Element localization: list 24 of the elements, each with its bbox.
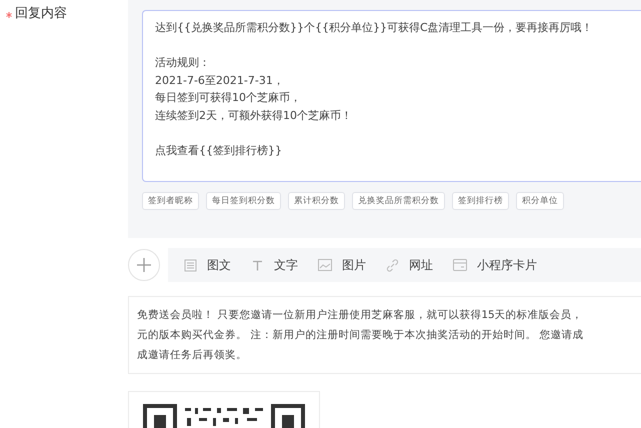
image-icon (318, 259, 332, 271)
content-type-button[interactable]: 文字 (251, 256, 298, 274)
add-button[interactable] (128, 249, 160, 281)
variable-tag[interactable]: 签到者昵称 (142, 192, 199, 210)
variable-tag[interactable]: 积分单位 (516, 192, 564, 210)
variable-tag[interactable]: 每日签到积分数 (206, 192, 281, 210)
link-icon (386, 258, 399, 272)
notice-text: 成邀请任务后再领奖。 (137, 348, 248, 363)
field-label: 回复内容 (15, 5, 67, 23)
card-icon (453, 259, 467, 271)
content-type-button[interactable]: 图文 (184, 256, 231, 274)
plus-icon (136, 257, 152, 273)
article-icon (184, 258, 197, 272)
text-icon (251, 258, 264, 272)
notice-text: 免费送会员啦！ 只要您邀请一位新用户注册使用芝麻客服，就可以获得15天的标准版会员， (137, 308, 584, 323)
variable-tag[interactable]: 累计积分数 (288, 192, 345, 210)
notice-text: 元的版本购买代金券。 注：新用户的注册时间需要晚于本次抽奖活动的开始时间。 您邀请成 (137, 328, 585, 343)
content-type-button[interactable]: 图片 (318, 256, 366, 274)
content-type-button[interactable]: 网址 (386, 256, 433, 274)
variable-tag[interactable]: 兑换奖品所需积分数 (352, 192, 445, 210)
reply-textarea[interactable]: 达到{{兑换奖品所需积分数}}个{{积分单位}}可获得C盘清理工具一份，要再接再厉哦！ 活动规则： 2021-7-6至2021-7-31， 每日签到可获得10个芝麻币， 连续签到2天，可额外获得10个芝麻币！ 点我查看{{签到排行榜}} (142, 10, 641, 182)
variable-tag[interactable]: 签到排行榜 (452, 192, 509, 210)
content-type-button[interactable]: 小程序卡片 (453, 256, 537, 274)
qr-code-icon (143, 404, 305, 428)
